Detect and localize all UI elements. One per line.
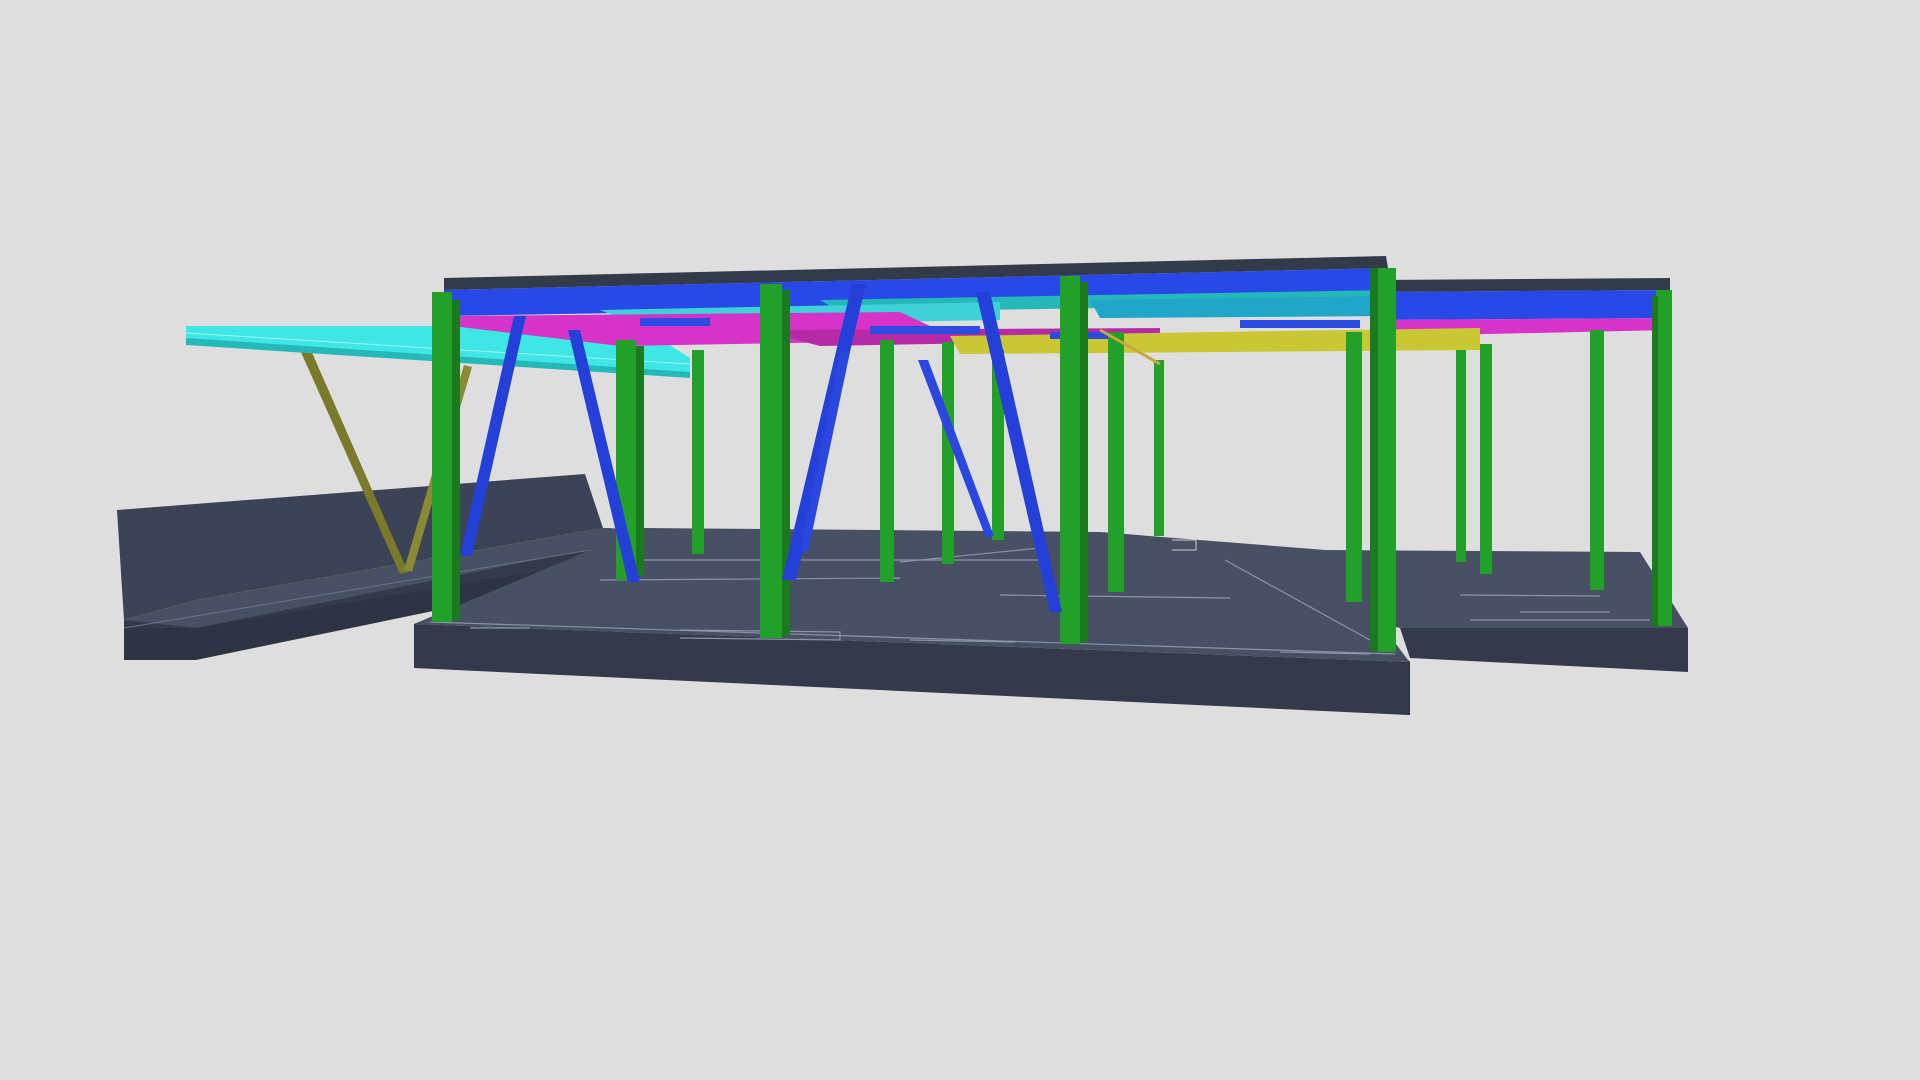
roof-framing <box>444 256 1670 354</box>
column <box>452 300 460 620</box>
column <box>636 346 644 576</box>
column <box>1346 332 1362 602</box>
column <box>760 284 782 638</box>
column <box>1656 290 1672 626</box>
structural-model-scene[interactable] <box>0 0 1920 1080</box>
roof-edge-right <box>1386 278 1670 292</box>
column <box>432 292 452 622</box>
slab-right-front <box>1400 628 1688 672</box>
column <box>1376 268 1396 652</box>
column <box>1480 344 1492 574</box>
column <box>880 340 894 582</box>
brace <box>800 352 850 552</box>
column <box>1060 276 1080 644</box>
3d-model-viewport[interactable] <box>0 0 1920 1080</box>
brace <box>918 360 994 538</box>
column <box>1108 332 1124 592</box>
column <box>782 290 790 636</box>
column <box>1154 360 1164 536</box>
column <box>1080 282 1088 642</box>
slab-main-right-side <box>1408 660 1410 715</box>
column <box>1456 350 1466 562</box>
column <box>1370 268 1378 652</box>
column <box>1652 296 1658 626</box>
column <box>942 342 954 564</box>
main-beam-right <box>1388 290 1670 320</box>
column <box>1590 330 1604 590</box>
column <box>692 350 704 554</box>
